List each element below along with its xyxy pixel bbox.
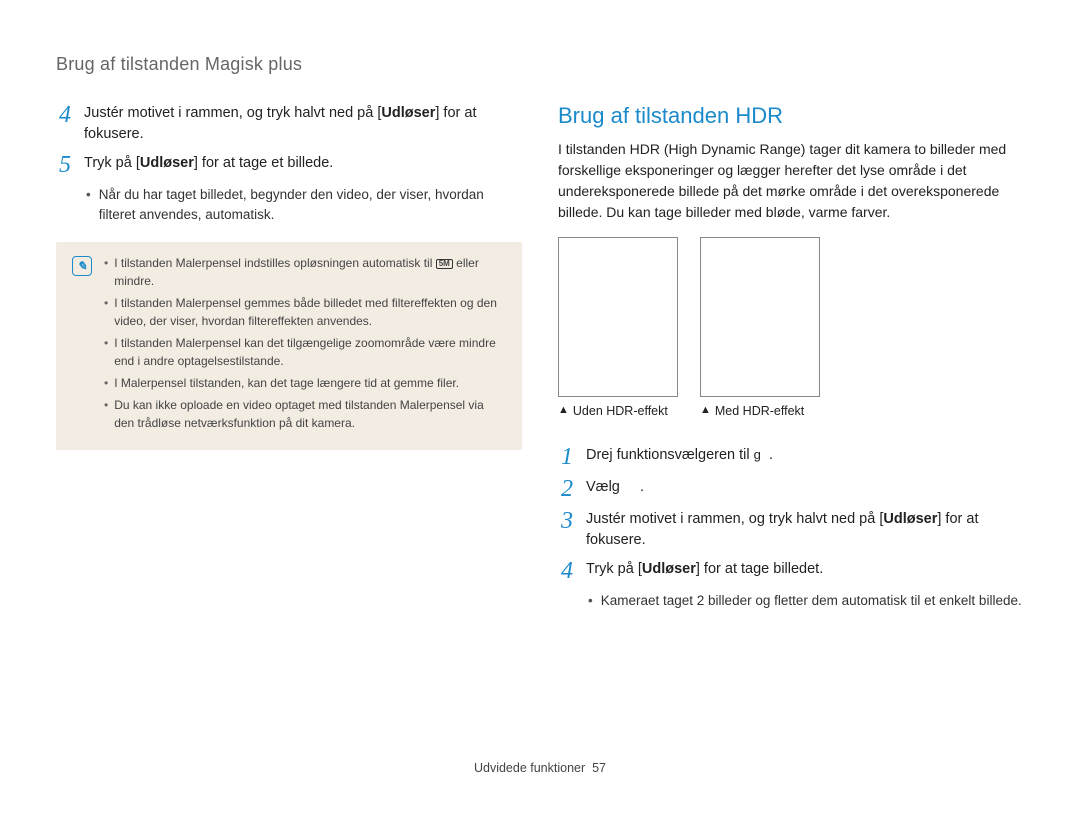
section-intro: I tilstanden HDR (High Dynamic Range) ta…	[558, 139, 1024, 223]
step-text: Drej funktionsvælgeren til g .	[586, 445, 1024, 466]
step-4-right: 4 Tryk på [Udløser] for at tage billedet…	[558, 559, 1024, 583]
note-item: • I tilstanden Malerpensel indstilles op…	[104, 254, 506, 290]
example-image-without-hdr: ▲ Uden HDR-effekt	[558, 237, 678, 421]
note-item: • I tilstanden Malerpensel kan det tilgæ…	[104, 334, 506, 370]
step-number: 3	[558, 509, 576, 533]
page-footer: Udvidede funktioner 57	[0, 761, 1080, 775]
image-placeholder	[700, 237, 820, 397]
step-3: 3 Justér motivet i rammen, og tryk halvt…	[558, 509, 1024, 551]
triangle-icon: ▲	[700, 403, 711, 421]
bullet-icon: •	[104, 396, 108, 432]
image-caption: ▲ Med HDR-effekt	[700, 403, 820, 421]
image-caption: ▲ Uden HDR-effekt	[558, 403, 678, 421]
section-title: Brug af tilstanden HDR	[558, 103, 1024, 129]
bullet-icon: •	[104, 374, 108, 392]
step-number: 4	[558, 559, 576, 583]
footer-page-number: 57	[592, 761, 606, 775]
two-column-layout: 4 Justér motivet i rammen, og tryk halvt…	[56, 103, 1024, 610]
step-text: Justér motivet i rammen, og tryk halvt n…	[84, 103, 522, 145]
step-number: 2	[558, 477, 576, 501]
note-item: • I tilstanden Malerpensel gemmes både b…	[104, 294, 506, 330]
image-placeholder	[558, 237, 678, 397]
example-image-with-hdr: ▲ Med HDR-effekt	[700, 237, 820, 421]
note-box: ✎ • I tilstanden Malerpensel indstilles …	[56, 242, 522, 450]
page-header-title: Brug af tilstanden Magisk plus	[56, 54, 1024, 75]
bullet-icon: •	[588, 591, 593, 611]
note-item: • Du kan ikke oploade en video optaget m…	[104, 396, 506, 432]
step-4: 4 Justér motivet i rammen, og tryk halvt…	[56, 103, 522, 145]
right-column: Brug af tilstanden HDR I tilstanden HDR …	[558, 103, 1024, 610]
step-text: Vælg .	[586, 477, 1024, 498]
note-icon: ✎	[72, 256, 92, 276]
footer-section: Udvidede funktioner	[474, 761, 585, 775]
step-number: 4	[56, 103, 74, 127]
step-5: 5 Tryk på [Udløser] for at tage et bille…	[56, 153, 522, 177]
bullet-icon: •	[104, 294, 108, 330]
note-list: • I tilstanden Malerpensel indstilles op…	[104, 254, 506, 436]
resolution-icon: 5M	[436, 259, 453, 270]
bullet-icon: •	[104, 254, 108, 290]
step-2: 2 Vælg .	[558, 477, 1024, 501]
step-text: Justér motivet i rammen, og tryk halvt n…	[586, 509, 1024, 551]
step-1: 1 Drej funktionsvælgeren til g .	[558, 445, 1024, 469]
bullet-icon: •	[86, 185, 91, 224]
step-text: Tryk på [Udløser] for at tage et billede…	[84, 153, 522, 174]
note-item: • I Malerpensel tilstanden, kan det tage…	[104, 374, 506, 392]
bullet-icon: •	[104, 334, 108, 370]
step-number: 1	[558, 445, 576, 469]
left-column: 4 Justér motivet i rammen, og tryk halvt…	[56, 103, 522, 610]
step-4-sub: • Kameraet taget 2 billeder og fletter d…	[588, 591, 1024, 611]
step-number: 5	[56, 153, 74, 177]
step-5-sub: • Når du har taget billedet, begynder de…	[86, 185, 522, 224]
step-text: Tryk på [Udløser] for at tage billedet.	[586, 559, 1024, 580]
mode-dial-icon: g	[754, 446, 761, 465]
triangle-icon: ▲	[558, 403, 569, 421]
example-images-row: ▲ Uden HDR-effekt ▲ Med HDR-effekt	[558, 237, 1024, 421]
page-content: Brug af tilstanden Magisk plus 4 Justér …	[0, 0, 1080, 610]
